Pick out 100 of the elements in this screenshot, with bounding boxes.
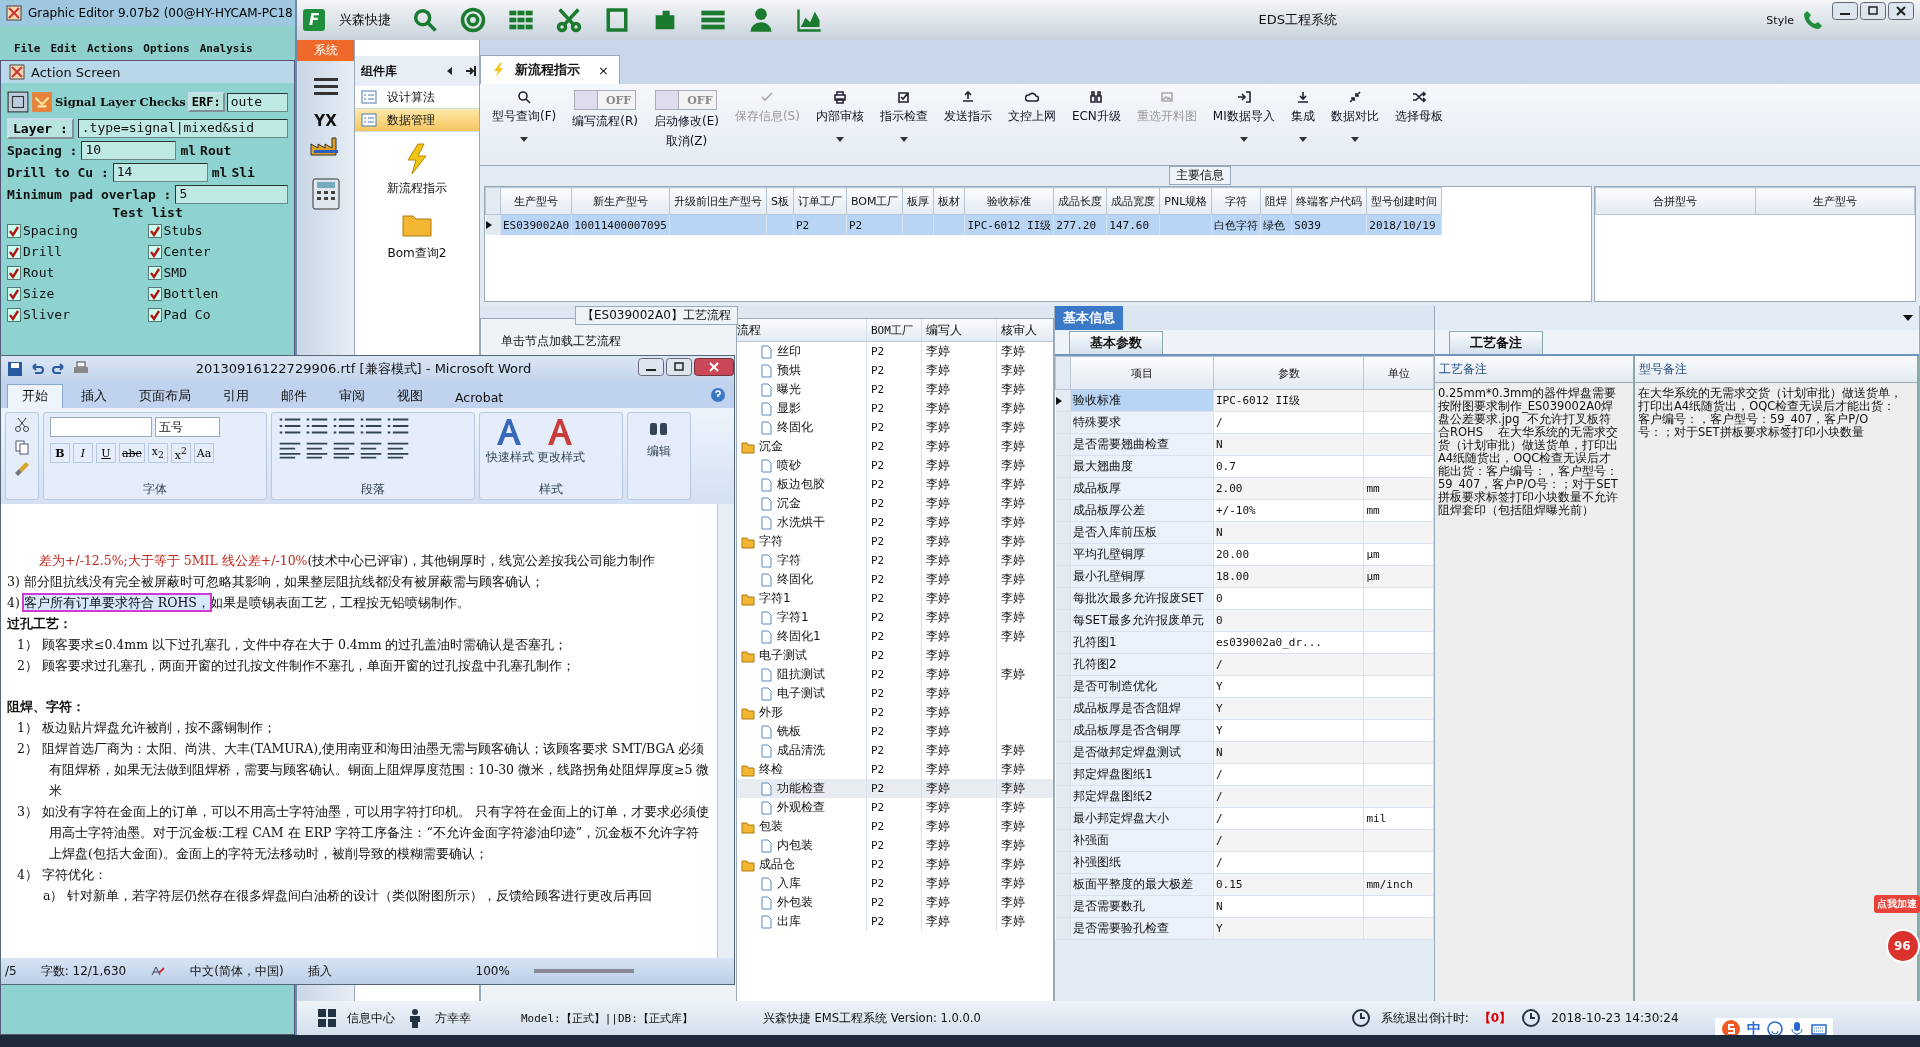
align-icon[interactable] xyxy=(332,441,356,459)
scrollbar[interactable] xyxy=(717,504,734,958)
sub-tab[interactable]: 工艺备注 xyxy=(1449,331,1543,354)
ribbon-tab[interactable]: 邮件 xyxy=(267,385,321,408)
table-row[interactable]: 最小邦定焊盘大小 / mil xyxy=(1055,807,1434,830)
sub-tab[interactable]: 基本参数 xyxy=(1069,331,1163,354)
tree-row[interactable]: 阻抗测试 P2 李婷 李婷 xyxy=(737,665,1053,684)
style-menu[interactable]: Style xyxy=(1766,13,1794,27)
column-header[interactable]: 单位 xyxy=(1363,356,1434,390)
menu-item[interactable]: Analysis xyxy=(199,42,253,56)
param-field[interactable]: 10 xyxy=(81,140,177,160)
tree-row[interactable]: 成品清洗 P2 李婷 李婷 xyxy=(737,741,1053,760)
erf-field[interactable]: oute xyxy=(226,92,288,112)
tool-label[interactable]: Bom查询2 xyxy=(387,245,447,262)
ribbon-tab[interactable]: 页面布局 xyxy=(125,385,205,408)
align-icon[interactable] xyxy=(305,441,329,459)
minimize-icon[interactable] xyxy=(1832,2,1858,20)
insert-mode[interactable]: 插入 xyxy=(307,962,332,980)
checkbox[interactable] xyxy=(7,223,21,238)
menu-item[interactable]: Actions xyxy=(87,42,134,56)
table-row[interactable]: 补强图纸 / xyxy=(1055,851,1434,874)
tree-row[interactable]: 终固化 P2 李婷 李婷 xyxy=(737,418,1053,437)
column-header[interactable]: 板材 xyxy=(933,187,965,215)
tree-row[interactable]: 内包装 P2 李婷 李婷 xyxy=(737,836,1053,855)
tree-row[interactable]: 终固化1 P2 李婷 李婷 xyxy=(737,627,1053,646)
table-row[interactable]: 是否需要验孔检查 Y xyxy=(1055,917,1434,940)
table-row[interactable]: 孔符图1 es039002a0_dr... xyxy=(1055,631,1434,654)
ribbon-tab[interactable]: 审阅 xyxy=(325,385,379,408)
size-field[interactable]: 五号 xyxy=(155,417,220,437)
maximize-icon[interactable] xyxy=(666,358,692,376)
close-icon[interactable] xyxy=(1888,2,1914,20)
column-header[interactable]: 终端客户代码 xyxy=(1291,187,1367,215)
ribbon-button[interactable]: 指示检查 xyxy=(873,88,934,144)
table-row[interactable]: 成品板厚是否含铜厚 Y xyxy=(1055,719,1434,742)
table-row[interactable]: 最大翘曲度 0.7 xyxy=(1055,455,1434,478)
column-header[interactable]: 新生产型号 xyxy=(571,187,670,215)
list-icon[interactable] xyxy=(386,417,410,435)
table-row[interactable]: 是否做邦定焊盘测试 N xyxy=(1055,741,1434,764)
list-icon[interactable] xyxy=(332,417,356,435)
ribbon-tab[interactable]: Acrobat xyxy=(441,387,518,408)
format-button[interactable]: I xyxy=(73,443,93,463)
tree-row[interactable]: 字符 P2 李婷 李婷 xyxy=(737,532,1053,551)
table-row[interactable]: 板面平整度的最大极差 0.15 mm/inch xyxy=(1055,873,1434,896)
table-row[interactable]: 平均孔壁铜厚 20.00 μm xyxy=(1055,543,1434,566)
column-header[interactable]: 验收标准 xyxy=(964,187,1054,215)
column-header[interactable]: 成品长度 xyxy=(1053,187,1107,215)
table-row[interactable]: 成品板厚 2.00 mm xyxy=(1055,477,1434,500)
search-icon[interactable] xyxy=(411,6,439,34)
tree-row[interactable]: 外观检查 P2 李婷 李婷 xyxy=(737,798,1053,817)
tree-row[interactable]: 曝光 P2 李婷 李婷 xyxy=(737,380,1053,399)
ribbon-button[interactable]: 内部审核 xyxy=(809,88,870,144)
layer-field[interactable]: .type=signal|mixed&sid xyxy=(77,118,288,138)
microphone-icon[interactable] xyxy=(1789,1021,1805,1037)
info-center-link[interactable]: 信息中心 xyxy=(347,1009,395,1027)
menu-item[interactable]: File xyxy=(14,42,41,56)
note-text[interactable]: 0.25mm*0.3mm的器件焊盘需要按附图要求制作_ES039002A0焊盘公差要求.jpg 不允许打叉板符合ROHS 在大华系统的无需求交货（计划审批）做送货单，打印出A4纸随货出，OQC检查无误后才能出货：客户编号：，客户型号：59_407，客户P/O号：；对于SET拼板要求标签打印小块数量不允许阻焊套印（包括阻焊曝光前） xyxy=(1435,383,1633,521)
ribbon-button[interactable]: MI数据导入 xyxy=(1206,88,1281,144)
ribbon-button[interactable]: 型号查询(F) xyxy=(486,88,563,144)
ribbon-button[interactable]: 数据对比 xyxy=(1324,88,1385,144)
table-row[interactable]: 邦定焊盘图纸2 / xyxy=(1055,785,1434,808)
zoom-level[interactable]: 100% xyxy=(475,964,510,978)
menu-item[interactable]: Edit xyxy=(50,42,77,56)
pin-icon[interactable] xyxy=(465,64,479,78)
column-header[interactable]: 编写人 xyxy=(922,319,997,341)
table-row[interactable]: ES039002A0 10011400007095 P2 P2 IPC-6012 II级 277.20 147.60 白色字符 绿色 S039 2018/10/19 xyxy=(485,214,1442,235)
column-header[interactable]: S板 xyxy=(766,187,794,215)
format-button[interactable]: x$_{2}$ xyxy=(147,443,168,463)
component-item[interactable]: 数据管理 xyxy=(355,109,479,132)
tree-row[interactable]: 出库 P2 李婷 李婷 xyxy=(737,912,1053,931)
smiley-icon[interactable] xyxy=(1767,1021,1783,1037)
tool-label[interactable]: 新流程指示 xyxy=(387,180,447,197)
ribbon-tab[interactable]: 引用 xyxy=(209,385,263,408)
align-icon[interactable] xyxy=(278,441,302,459)
column-header[interactable]: 参数 xyxy=(1213,356,1364,390)
tree-row[interactable]: 沉金 P2 李婷 李婷 xyxy=(737,437,1053,456)
language-text[interactable]: 中文(简体，中国) xyxy=(190,962,284,980)
param-field[interactable]: 14 xyxy=(112,162,208,182)
tree-row[interactable]: 电子测试 P2 李婷 xyxy=(737,684,1053,703)
ribbon-tab[interactable]: 视图 xyxy=(383,385,437,408)
table-row[interactable]: 每批次最多允许报废SET 0 xyxy=(1055,587,1434,610)
checkbox[interactable] xyxy=(7,244,21,259)
align-icon[interactable] xyxy=(359,441,383,459)
column-header[interactable]: 合拼型号 xyxy=(1595,187,1755,215)
list-icon[interactable] xyxy=(305,417,329,435)
param-field[interactable]: 5 xyxy=(175,184,288,204)
column-header[interactable]: 核审人 xyxy=(997,319,1052,341)
column-header[interactable]: 型号创建时间 xyxy=(1366,187,1442,215)
column-header[interactable]: 板厚 xyxy=(902,187,934,215)
column-header[interactable]: BOM工厂 xyxy=(846,187,903,215)
chip-icon[interactable] xyxy=(7,91,29,113)
tree-row[interactable]: 丝印 P2 李婷 李婷 xyxy=(737,342,1053,361)
table-row[interactable]: 是否可制造优化 Y xyxy=(1055,675,1434,698)
column-header[interactable]: 阻焊 xyxy=(1260,187,1292,215)
checkbox[interactable] xyxy=(147,244,162,259)
column-header[interactable]: 生产型号 xyxy=(500,187,572,215)
copy-icon[interactable] xyxy=(14,439,30,455)
tree-row[interactable]: 预烘 P2 李婷 李婷 xyxy=(737,361,1053,380)
format-button[interactable]: abc xyxy=(119,443,145,463)
column-header[interactable]: PNL规格 xyxy=(1159,187,1212,215)
list-icon[interactable] xyxy=(278,417,302,435)
